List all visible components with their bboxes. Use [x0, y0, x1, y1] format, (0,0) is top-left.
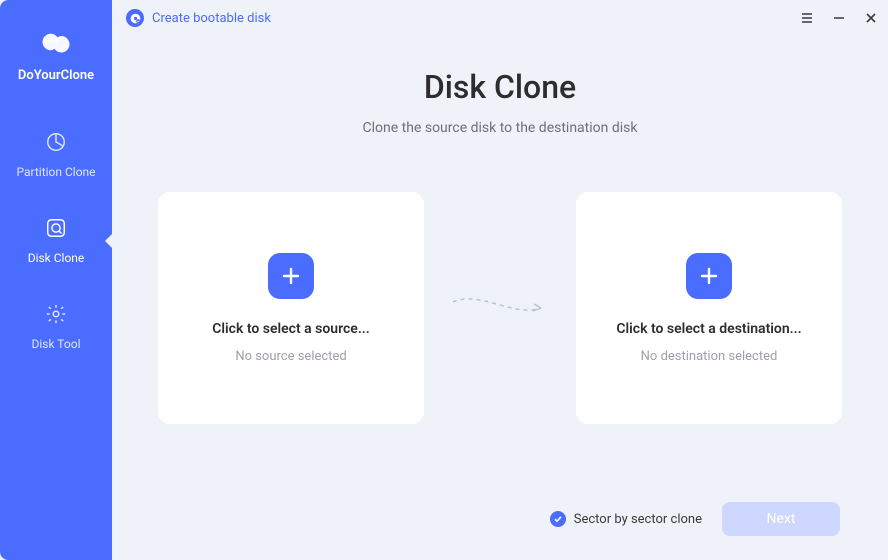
sector-by-sector-checkbox[interactable]: Sector by sector clone [550, 511, 702, 527]
check-circle-icon [550, 511, 566, 527]
next-button[interactable]: Next [722, 502, 840, 536]
next-button-label: Next [767, 511, 796, 527]
destination-card-title: Click to select a destination... [616, 321, 801, 337]
sidebar-item-label: Partition Clone [16, 165, 95, 179]
disk-search-icon [45, 217, 67, 243]
brand-name: DoYourClone [18, 68, 94, 83]
create-bootable-disk-label: Create bootable disk [152, 11, 271, 26]
selection-cards: Click to select a source... No source se… [152, 192, 848, 424]
create-bootable-disk-button[interactable]: Create bootable disk [126, 9, 271, 27]
sidebar-item-disk-clone[interactable]: Disk Clone [0, 211, 112, 271]
sector-by-sector-label: Sector by sector clone [574, 512, 702, 527]
sidebar: DoYourClone Partition Clone Disk Clone D… [0, 0, 112, 560]
brand-logo-icon [38, 30, 74, 58]
window-controls [800, 11, 878, 25]
sidebar-item-partition-clone[interactable]: Partition Clone [0, 125, 112, 185]
source-card-subtitle: No source selected [235, 349, 346, 364]
arrow-icon [430, 288, 570, 328]
sidebar-item-label: Disk Tool [32, 337, 81, 351]
main-panel: Create bootable disk Disk Clone Clone th… [112, 0, 888, 560]
source-card[interactable]: Click to select a source... No source se… [158, 192, 424, 424]
topbar: Create bootable disk [112, 0, 888, 36]
page-title: Disk Clone [424, 68, 576, 106]
disk-badge-icon [126, 9, 144, 27]
menu-button[interactable] [800, 11, 814, 25]
sidebar-item-disk-tool[interactable]: Disk Tool [0, 297, 112, 357]
footer: Sector by sector clone Next [112, 488, 888, 560]
plus-icon [268, 253, 314, 299]
content-area: Disk Clone Clone the source disk to the … [112, 36, 888, 488]
plus-icon [686, 253, 732, 299]
gear-icon [45, 303, 67, 329]
brand: DoYourClone [18, 30, 94, 83]
pie-icon [45, 131, 67, 157]
minimize-button[interactable] [832, 11, 846, 25]
close-button[interactable] [864, 11, 878, 25]
app-root: DoYourClone Partition Clone Disk Clone D… [0, 0, 888, 560]
page-subtitle: Clone the source disk to the destination… [363, 120, 638, 136]
sidebar-item-label: Disk Clone [28, 251, 85, 265]
destination-card[interactable]: Click to select a destination... No dest… [576, 192, 842, 424]
source-card-title: Click to select a source... [212, 321, 370, 337]
destination-card-subtitle: No destination selected [641, 349, 778, 364]
